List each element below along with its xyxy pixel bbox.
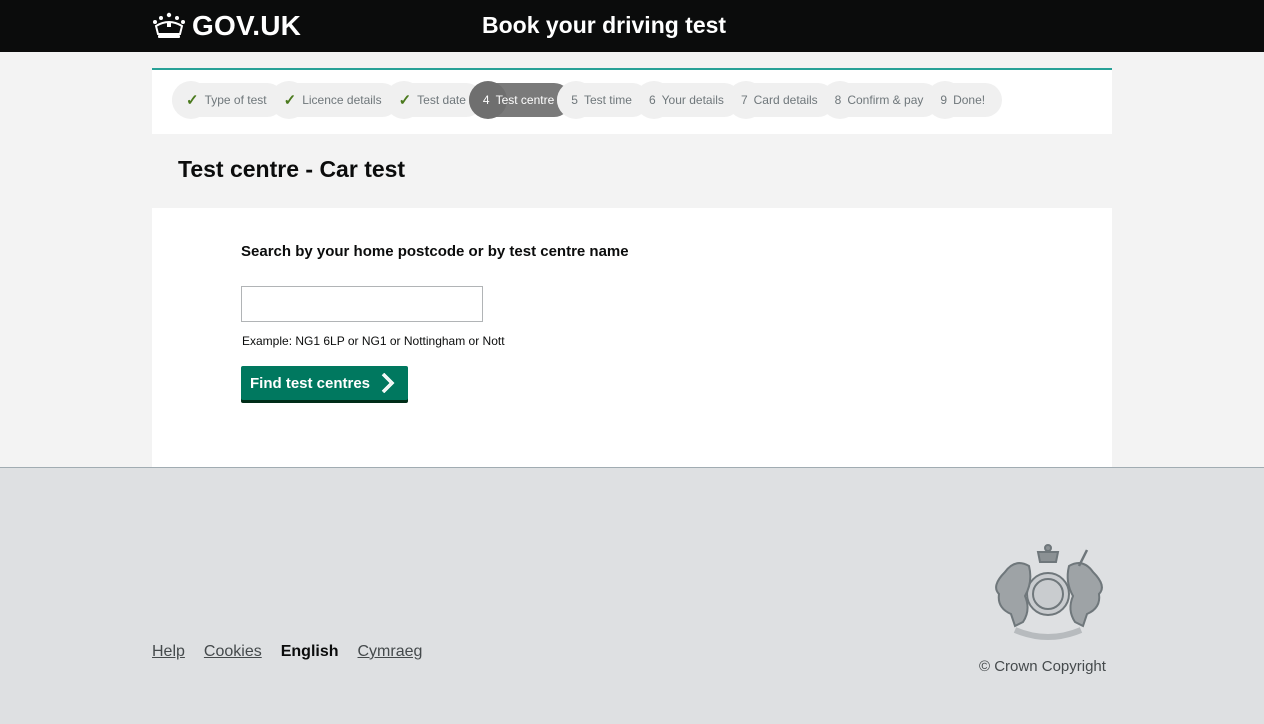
search-input[interactable] [241,286,483,322]
footer-links: Help Cookies English Cymraeg [152,643,441,661]
find-test-centres-button[interactable]: Find test centres [241,366,409,400]
title-band: Test centre - Car test [152,134,1112,208]
govuk-logo-link[interactable]: GOV.UK [152,10,301,42]
chevron-right-icon [380,373,396,393]
main-container: ✓ Type of test ✓ Licence details ✓ Test … [152,68,1112,469]
step-your-details: 6 Your details [634,81,741,119]
step-number: 7 [740,93,748,107]
service-name[interactable]: Book your driving test [482,10,726,40]
step-label: Test centre [495,93,555,107]
logo-text: GOV.UK [192,10,302,41]
language-english: English [280,643,339,660]
search-hint: Example: NG1 6LP or NG1 or Nottingham or… [242,334,505,348]
step-number: 5 [571,93,578,107]
step-label: Test time [583,93,632,107]
step-card-details: 7 Card details [726,81,835,119]
step-licence-details[interactable]: ✓ Licence details [269,81,399,119]
progress-steps: ✓ Type of test ✓ Licence details ✓ Test … [172,81,1003,119]
step-number: 8 [834,93,842,107]
help-link[interactable]: Help [152,643,185,661]
language-cymraeg-link[interactable]: Cymraeg [358,643,423,661]
step-test-centre: 4 Test centre [468,81,572,119]
step-label: Type of test [204,93,267,107]
step-label: Done! [953,93,986,107]
step-number: 4 [482,93,490,107]
crown-icon [153,12,185,38]
site-footer: Help Cookies English Cymraeg © Crown Cop… [0,467,1264,724]
step-done: 9 Done! [926,81,1003,119]
search-label: Search by your home postcode or by test … [241,243,629,260]
step-number: 9 [940,93,948,107]
step-label: Confirm & pay [847,93,924,107]
site-header: GOV.UK Book your driving test [0,0,1264,52]
cookies-link[interactable]: Cookies [204,643,262,661]
check-icon: ✓ [186,92,199,109]
page-title: Test centre - Car test [178,156,406,182]
check-icon: ✓ [283,92,297,109]
check-icon: ✓ [398,92,412,109]
step-label: Your details [661,93,724,107]
step-label: Card details [753,93,818,107]
step-type-of-test[interactable]: ✓ Type of test [172,81,284,119]
step-label: Test date [417,93,466,107]
step-confirm-pay: 8 Confirm & pay [820,81,941,119]
step-label: Licence details [302,93,382,107]
step-number: 6 [648,93,656,107]
royal-coat-of-arms-icon [995,544,1103,640]
crown-copyright: © Crown Copyright [979,658,1106,675]
button-label: Find test centres [250,374,371,392]
